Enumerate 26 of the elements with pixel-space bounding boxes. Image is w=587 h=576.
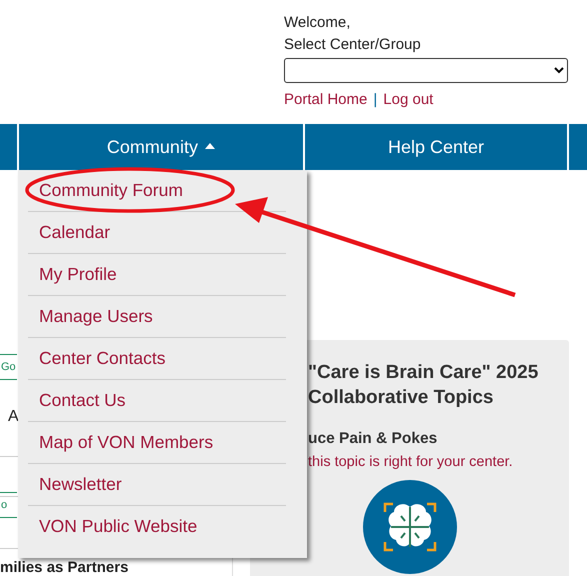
nav-link[interactable]: Log out (383, 91, 434, 108)
center-select[interactable] (284, 58, 568, 83)
separator: | (373, 91, 378, 108)
body-text: A (8, 408, 19, 426)
caret-up-icon (204, 143, 215, 149)
menu-item[interactable]: Center Contacts (28, 338, 286, 380)
nav-link[interactable]: Portal Home (284, 91, 368, 108)
nav-tab[interactable] (569, 124, 587, 170)
page-link[interactable]: Go (0, 354, 17, 380)
menu-item[interactable]: Map of VON Members (28, 422, 286, 464)
nav-tab[interactable]: Community (18, 124, 303, 170)
menu-item[interactable]: Manage Users (28, 296, 286, 338)
section-heading: milies as Partners (0, 560, 128, 576)
brain-icon (363, 480, 457, 574)
nav-tab[interactable]: Help Center (304, 124, 568, 170)
menu-item[interactable]: Contact Us (28, 380, 286, 422)
topic-note: this topic is right for your center. (308, 454, 514, 470)
nav-tab[interactable] (0, 124, 17, 170)
topic-subtitle: uce Pain & Pokes (308, 430, 438, 448)
menu-item[interactable]: My Profile (28, 254, 286, 296)
menu-item[interactable]: VON Public Website (28, 506, 286, 547)
page-link[interactable]: o (0, 492, 17, 518)
welcome-text: Welcome, (284, 13, 352, 33)
select-label: Select Center/Group (284, 35, 422, 55)
menu-item[interactable]: Newsletter (28, 464, 286, 506)
panel-title: "Care is Brain Care" 2025 Collaborative Topics (308, 361, 540, 410)
